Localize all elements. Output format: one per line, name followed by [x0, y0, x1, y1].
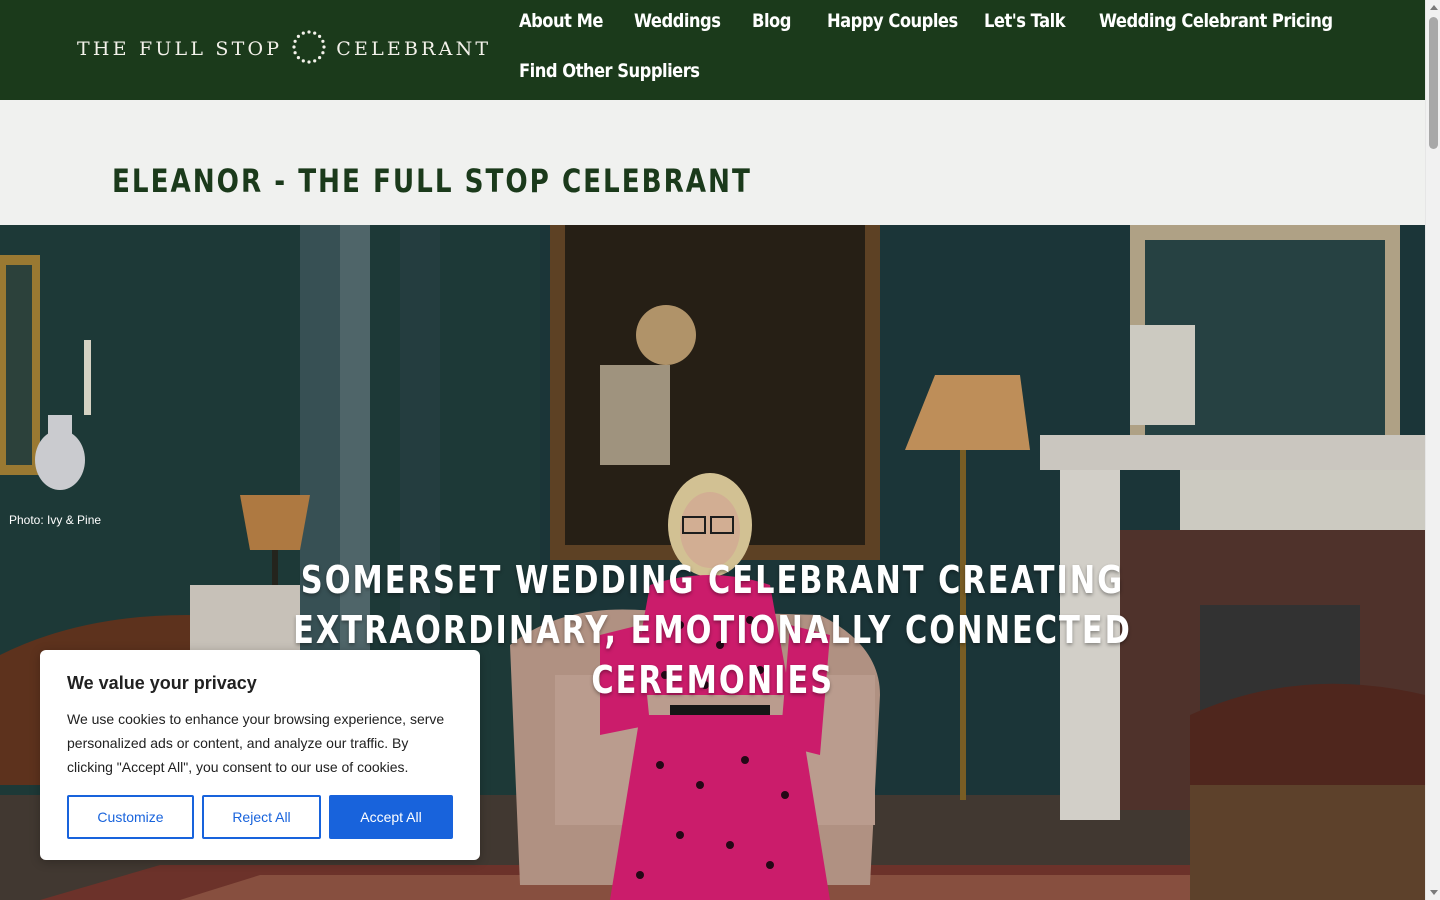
nav-about-me[interactable]: About Me	[519, 10, 603, 32]
cookie-consent-banner: We value your privacy We use cookies to …	[40, 650, 480, 860]
accept-all-button[interactable]: Accept All	[329, 795, 453, 839]
customize-button[interactable]: Customize	[67, 795, 194, 839]
cookie-banner-message: We use cookies to enhance your browsing …	[67, 711, 445, 775]
scroll-up-arrow-icon[interactable]	[1430, 5, 1438, 10]
nav-find-other-suppliers[interactable]: Find Other Suppliers	[519, 60, 700, 82]
nav-wedding-celebrant-pricing[interactable]: Wedding Celebrant Pricing	[1099, 10, 1333, 32]
logo-dot-ring-icon	[291, 29, 327, 70]
nav-happy-couples[interactable]: Happy Couples	[827, 10, 958, 32]
site-header: THE FULL STOP CELEBRANT About Me Wedding…	[0, 0, 1425, 100]
nav-blog[interactable]: Blog	[752, 10, 791, 32]
page-scrollbar[interactable]	[1425, 0, 1440, 900]
scrollbar-thumb[interactable]	[1429, 17, 1438, 149]
photo-credit: Photo: Ivy & Pine	[9, 513, 102, 527]
site-logo[interactable]: THE FULL STOP CELEBRANT	[77, 29, 492, 70]
page-title: ELEANOR - THE FULL STOP CELEBRANT	[112, 162, 752, 200]
page-title-band: ELEANOR - THE FULL STOP CELEBRANT	[0, 100, 1425, 225]
logo-text-left: THE FULL STOP	[77, 38, 283, 60]
nav-weddings[interactable]: Weddings	[634, 10, 721, 32]
hero-heading-line-1: SOMERSET WEDDING CELEBRANT CREATING EXTR…	[293, 558, 1132, 652]
nav-lets-talk[interactable]: Let's Talk	[984, 10, 1066, 32]
cookie-banner-title: We value your privacy	[67, 673, 257, 693]
scroll-down-arrow-icon[interactable]	[1430, 890, 1438, 895]
reject-all-button[interactable]: Reject All	[202, 795, 321, 839]
hero-heading-line-2: CEREMONIES	[591, 658, 834, 702]
logo-text-right: CELEBRANT	[336, 38, 492, 60]
